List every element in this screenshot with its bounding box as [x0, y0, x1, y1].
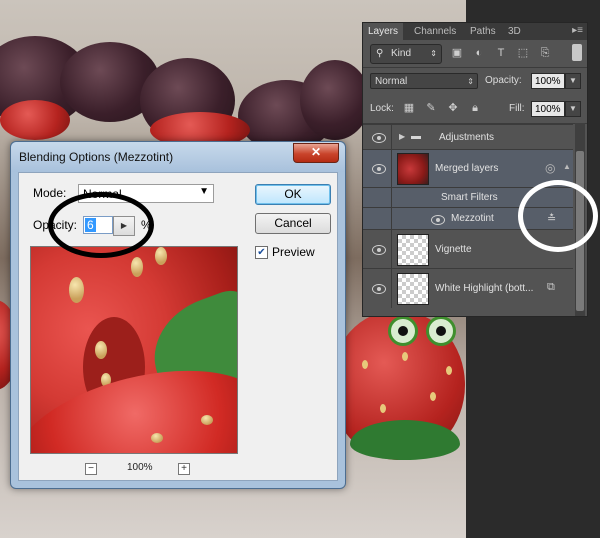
fill-input[interactable]: 100%	[531, 101, 565, 117]
filter-preview[interactable]	[30, 246, 238, 454]
smart-filters-label: Smart Filters	[441, 192, 498, 203]
dialog-body: Mode: Normal ▼ Opacity: 6 ▶ % OK Cancel …	[18, 172, 338, 481]
visibility-eye-icon[interactable]	[372, 245, 386, 255]
smart-filter-badge-icon: ◎	[545, 161, 556, 175]
opacity-dropdown-button[interactable]: ▼	[565, 73, 581, 89]
close-button[interactable]: ✕	[293, 143, 339, 163]
layer-opacity-input[interactable]: 100%	[531, 73, 565, 89]
panel-tabs: Layers Channels Paths 3D ▸≡	[363, 23, 587, 40]
preview-checkbox[interactable]: ✔	[255, 246, 268, 259]
fill-label: Fill:	[509, 103, 525, 114]
visibility-eye-icon[interactable]	[372, 133, 386, 143]
character-eye	[426, 316, 456, 346]
chevron-updown-icon: ⇕	[430, 49, 437, 58]
layer-thumbnail	[397, 234, 429, 266]
filter-row-mezzotint[interactable]: Mezzotint ≛	[363, 207, 573, 230]
panel-menu-icon[interactable]: ▸≡	[572, 25, 583, 36]
layer-thumbnail	[397, 153, 429, 185]
disclosure-triangle-icon[interactable]: ▶	[399, 132, 405, 141]
cupcake-image	[300, 60, 370, 140]
opacity-slider-button[interactable]: ▶	[113, 216, 135, 236]
smart-filters-row[interactable]: Smart Filters	[363, 187, 573, 208]
mode-label: Mode:	[33, 186, 67, 200]
filter-name: Mezzotint	[451, 213, 494, 224]
layers-scroll-thumb[interactable]	[576, 151, 584, 311]
filter-visibility-eye-icon[interactable]	[431, 215, 445, 225]
search-icon: ⚲	[376, 48, 384, 59]
character-eye	[388, 316, 418, 346]
layer-row-white-highlight[interactable]: White Highlight (bott... ⧉	[363, 268, 573, 308]
zoom-value: 100%	[127, 462, 153, 473]
layer-name: White Highlight (bott...	[435, 283, 534, 294]
preview-label: Preview	[272, 245, 315, 259]
opacity-value: 6	[85, 218, 96, 232]
blending-options-icon[interactable]: ≛	[547, 212, 556, 225]
leaf-image	[350, 420, 460, 460]
layer-row-merged[interactable]: Merged layers ◎ ▲	[363, 149, 573, 188]
opacity-unit: %	[141, 218, 152, 232]
tab-3d[interactable]: 3D	[503, 23, 526, 40]
strawberry-image	[0, 100, 70, 140]
lock-label: Lock:	[370, 103, 394, 114]
lock-transparent-icon[interactable]: ▦	[403, 102, 415, 114]
blending-options-dialog: Blending Options (Mezzotint) ✕ Mode: Nor…	[10, 141, 346, 489]
tab-channels[interactable]: Channels	[409, 23, 461, 40]
adjustment-filter-icon[interactable]: ◐	[473, 47, 485, 59]
tab-paths[interactable]: Paths	[465, 23, 501, 40]
chevron-down-icon: ▼	[199, 186, 209, 197]
smart-object-icon: ⧉	[547, 281, 555, 293]
mode-select[interactable]: Normal ▼	[78, 184, 214, 203]
kind-value: Kind	[391, 48, 412, 59]
smart-object-filter-icon[interactable]: ⎘	[539, 47, 551, 59]
fill-dropdown-button[interactable]: ▼	[565, 101, 581, 117]
lock-all-icon[interactable]: 🔒︎	[469, 102, 481, 114]
layer-thumbnail	[397, 273, 429, 305]
type-filter-icon[interactable]: T	[495, 47, 507, 59]
zoom-in-button[interactable]: +	[178, 463, 190, 475]
filter-toggle[interactable]	[572, 44, 582, 61]
tab-layers[interactable]: Layers	[363, 23, 404, 40]
cancel-button[interactable]: Cancel	[255, 213, 331, 234]
pixel-filter-icon[interactable]: ▣	[451, 47, 463, 59]
layers-panel: Layers Channels Paths 3D ▸≡ ⚲ Kind ⇕ ▣ ◐…	[362, 22, 588, 317]
opacity-input[interactable]: 6	[83, 216, 113, 234]
mode-value: Normal	[83, 187, 122, 201]
layer-name: Adjustments	[439, 132, 495, 143]
lock-brush-icon[interactable]: ✎	[425, 102, 437, 114]
opacity-label: Opacity:	[33, 218, 78, 232]
ok-button[interactable]: OK	[255, 184, 331, 205]
zoom-controls: − 100% +	[85, 462, 225, 477]
zoom-out-button[interactable]: −	[85, 463, 97, 475]
blend-mode-value: Normal	[375, 76, 408, 87]
folder-icon: ▬	[411, 131, 421, 142]
layer-row-vignette[interactable]: Vignette	[363, 229, 573, 269]
dialog-titlebar[interactable]: Blending Options (Mezzotint) ✕	[11, 142, 345, 172]
layer-row-adjustments[interactable]: ▶ ▬ Adjustments	[363, 124, 573, 150]
layer-name: Merged layers	[435, 163, 499, 174]
chevron-updown-icon: ⇕	[467, 77, 474, 86]
dialog-title: Blending Options (Mezzotint)	[19, 150, 174, 164]
visibility-eye-icon[interactable]	[372, 284, 386, 294]
lock-move-icon[interactable]: ✥	[447, 102, 459, 114]
layer-name: Vignette	[435, 244, 472, 255]
blend-mode-select[interactable]: Normal ⇕	[370, 73, 478, 89]
kind-filter-select[interactable]: ⚲ Kind ⇕	[370, 44, 442, 64]
opacity-label: Opacity:	[485, 75, 522, 86]
collapse-triangle-icon[interactable]: ▲	[563, 162, 571, 171]
visibility-eye-icon[interactable]	[372, 164, 386, 174]
shape-filter-icon[interactable]: ⬚	[517, 47, 529, 59]
